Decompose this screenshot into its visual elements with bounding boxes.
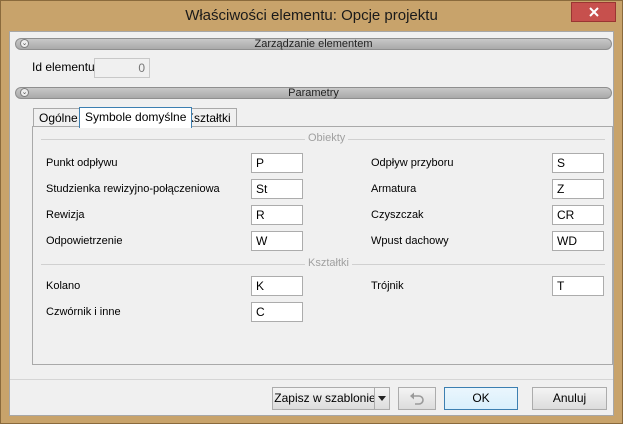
section-title: Zarządzanie elementem (254, 38, 373, 50)
symbol-input[interactable]: Z (552, 179, 604, 199)
group-title-objects: Obiekty (305, 132, 349, 144)
field-label: Rewizja (46, 209, 85, 221)
symbol-input[interactable]: K (251, 276, 303, 296)
field-label: Wpust dachowy (371, 235, 449, 247)
chevron-down-icon (378, 396, 386, 401)
window-title: Właściwości elementu: Opcje projektu (185, 7, 438, 24)
field-label: Punkt odpływu (46, 157, 118, 169)
section-title: Parametry (288, 87, 339, 99)
close-button[interactable] (571, 2, 616, 22)
tab-panel: Obiekty Punkt odpływu P Studzienka rewiz… (32, 126, 613, 365)
symbol-input[interactable]: CR (552, 205, 604, 225)
field-label: Kolano (46, 280, 81, 292)
element-id-label: Id elementu (32, 60, 95, 74)
group-title-fittings: Kształtki (305, 257, 352, 269)
dialog-body: ⌄ Zarządzanie elementem Id elementu 0 ⌄ … (9, 31, 614, 416)
undo-icon (410, 392, 424, 405)
tab-general[interactable]: Ogólne (33, 108, 84, 127)
cancel-button[interactable]: Anuluj (532, 387, 607, 410)
tab-default-symbols[interactable]: Symbole domyślne (79, 107, 193, 128)
dialog-window: Właściwości elementu: Opcje projektu ⌄ Z… (0, 0, 623, 424)
field-label: Czyszczak (371, 209, 424, 221)
field-label: Armatura (371, 183, 417, 195)
footer-divider (10, 379, 613, 380)
symbol-input[interactable]: S (552, 153, 604, 173)
field-label: Czwórnik i inne (46, 306, 121, 318)
section-header-parameters[interactable]: ⌄ Parametry (15, 87, 612, 99)
symbol-input[interactable]: W (251, 231, 303, 251)
section-header-management[interactable]: ⌄ Zarządzanie elementem (15, 38, 612, 50)
close-icon (588, 7, 599, 17)
save-template-button[interactable]: Zapisz w szablonie (272, 387, 378, 410)
field-label: Trójnik (371, 280, 404, 292)
ok-button[interactable]: OK (444, 387, 518, 410)
symbol-input[interactable]: T (552, 276, 604, 296)
symbol-input[interactable]: WD (552, 231, 604, 251)
undo-button[interactable] (398, 387, 436, 410)
field-label: Studzienka rewizyjno-połączeniowa (46, 183, 220, 195)
symbol-input[interactable]: P (251, 153, 303, 173)
title-bar: Właściwości elementu: Opcje projektu (1, 1, 622, 31)
symbol-input[interactable]: St (251, 179, 303, 199)
field-label: Odpowietrzenie (46, 235, 123, 247)
symbol-input[interactable]: R (251, 205, 303, 225)
field-label: Odpływ przyboru (371, 157, 454, 169)
element-id-field: 0 (94, 58, 150, 78)
symbol-input[interactable]: C (251, 302, 303, 322)
save-template-dropdown[interactable] (374, 387, 390, 410)
